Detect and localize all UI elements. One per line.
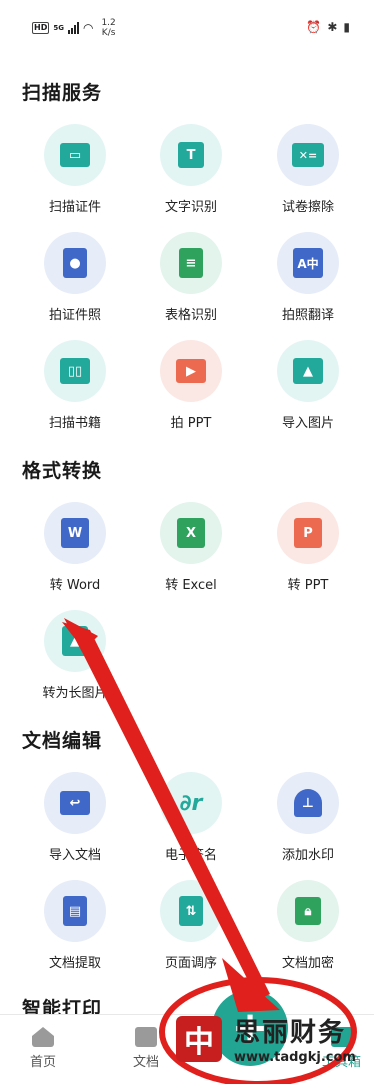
hd-badge: HD [32, 22, 50, 34]
import-image-label: 导入图片 [281, 416, 334, 431]
speed-value: 1.2 [101, 18, 116, 28]
watermark-logo: 中 [176, 1016, 222, 1062]
doc-encrypt-label: 文档加密 [281, 956, 334, 971]
translate-icon: A中 [293, 248, 323, 278]
to-ppt-label: 转 PPT [287, 578, 329, 593]
nav-docs[interactable]: 文档 [133, 1027, 159, 1070]
doc-encrypt-button[interactable]: 🔒︎ 文档加密 [248, 880, 368, 971]
import-doc-button[interactable]: ↩ 导入文档 [15, 772, 135, 863]
import-doc-label: 导入文档 [48, 848, 101, 863]
import-image-button[interactable]: ▲ 导入图片 [248, 340, 368, 431]
table-recognition-icon: ≡ [179, 248, 203, 278]
watermark-title: 思丽财务 [234, 1018, 347, 1048]
book-scan-icon: ▯▯ [60, 358, 90, 384]
status-bar: HD 5G ◠ 1.2 K/s ⏰ ✱ ▮ [0, 0, 374, 50]
nav-home-label: 首页 [30, 1055, 57, 1070]
photo-translate-button[interactable]: A中 拍照翻译 [248, 232, 368, 323]
table-recognition-label: 表格识别 [164, 308, 217, 323]
page-reorder-label: 页面调序 [164, 956, 217, 971]
doc-extract-button[interactable]: ▤ 文档提取 [15, 880, 135, 971]
e-signature-button[interactable]: ∂r 电子签名 [131, 772, 251, 863]
to-long-image-label: 转为长图片 [42, 686, 108, 701]
id-photo-icon: ● [63, 248, 87, 278]
to-excel-label: 转 Excel [165, 578, 217, 593]
ppt-icon: P [294, 518, 322, 548]
reorder-icon: ⇅ [179, 896, 203, 926]
nav-docs-label: 文档 [133, 1055, 160, 1070]
document-icon [135, 1027, 157, 1047]
network-type: 5G [53, 24, 64, 32]
add-watermark-button[interactable]: ⊥ 添加水印 [248, 772, 368, 863]
to-excel-button[interactable]: X 转 Excel [131, 502, 251, 593]
capture-ppt-button[interactable]: ▶ 拍 PPT [131, 340, 251, 431]
to-long-image-button[interactable]: ▲ 转为长图片 [15, 610, 135, 701]
folder-import-icon: ↩ [60, 791, 90, 815]
signal-icon [67, 22, 79, 34]
scan-book-label: 扫描书籍 [48, 416, 101, 431]
to-ppt-button[interactable]: P 转 PPT [248, 502, 368, 593]
lock-icon: 🔒︎ [295, 897, 321, 925]
id-photo-label: 拍证件照 [48, 308, 101, 323]
add-watermark-label: 添加水印 [281, 848, 334, 863]
id-photo-button[interactable]: ● 拍证件照 [15, 232, 135, 323]
id-card-icon: ▭ [60, 143, 90, 167]
alarm-icon: ⏰ [306, 20, 322, 34]
word-icon: W [61, 518, 89, 548]
watermark-url: www.tadgkj.com [234, 1050, 356, 1065]
page-reorder-button[interactable]: ⇅ 页面调序 [131, 880, 251, 971]
bluetooth-icon: ✱ [327, 20, 338, 34]
home-icon [32, 1027, 54, 1047]
extract-icon: ▤ [63, 896, 87, 926]
section-title-edit: 文档编辑 [22, 730, 103, 752]
capture-ppt-label: 拍 PPT [170, 416, 212, 431]
text-recognition-button[interactable]: T 文字识别 [131, 124, 251, 215]
signature-icon: ∂r [179, 790, 203, 816]
scan-id-label: 扫描证件 [48, 200, 101, 215]
doc-extract-label: 文档提取 [48, 956, 101, 971]
scan-book-button[interactable]: ▯▯ 扫描书籍 [15, 340, 135, 431]
to-word-label: 转 Word [49, 578, 101, 593]
section-title-scan: 扫描服务 [22, 82, 103, 104]
text-recognition-label: 文字识别 [164, 200, 217, 215]
long-image-icon: ▲ [62, 626, 88, 656]
text-recognition-icon: T [178, 142, 204, 168]
photo-translate-label: 拍照翻译 [281, 308, 334, 323]
nav-home[interactable]: 首页 [30, 1027, 56, 1070]
exam-erase-button[interactable]: ✕= 试卷擦除 [248, 124, 368, 215]
image-import-icon: ▲ [293, 358, 323, 384]
battery-icon: ▮ [343, 20, 350, 34]
exam-erase-icon: ✕= [292, 143, 324, 167]
e-signature-label: 电子签名 [164, 848, 217, 863]
wifi-icon: ◠ [82, 21, 94, 35]
table-recognition-button[interactable]: ≡ 表格识别 [131, 232, 251, 323]
excel-icon: X [177, 518, 205, 548]
ppt-capture-icon: ▶ [176, 359, 206, 383]
network-speed: 1.2 K/s [101, 18, 115, 38]
section-title-convert: 格式转换 [22, 460, 103, 482]
watermark: 中 思丽财务 www.tadgkj.com [176, 1012, 372, 1072]
to-word-button[interactable]: W 转 Word [15, 502, 135, 593]
stamp-icon: ⊥ [294, 789, 322, 817]
scan-id-button[interactable]: ▭ 扫描证件 [15, 124, 135, 215]
exam-erase-label: 试卷擦除 [281, 200, 334, 215]
speed-unit: K/s [101, 28, 116, 38]
